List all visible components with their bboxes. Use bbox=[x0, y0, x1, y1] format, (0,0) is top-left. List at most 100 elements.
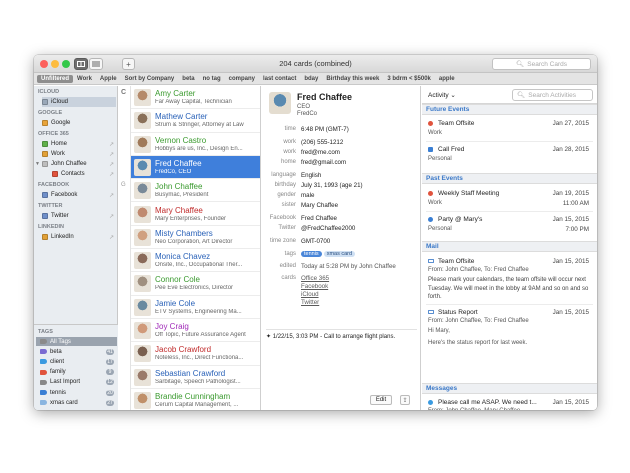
contact-row[interactable]: Monica Chavez Onsite, Inc., Occupational … bbox=[131, 249, 260, 273]
search-cards-field[interactable]: 🔍︎ Search Cards bbox=[492, 58, 591, 70]
tag-filter-item[interactable]: 3 bdrm < $500k bbox=[383, 75, 435, 83]
zoom-window-button[interactable] bbox=[62, 60, 70, 68]
field-value[interactable]: Mary Chaffee bbox=[301, 202, 338, 209]
close-window-button[interactable] bbox=[40, 60, 48, 68]
source-section-title: OFFICE 365 bbox=[38, 131, 69, 137]
contact-row[interactable]: Jamie Cole ETV Systems, Engineering Ma... bbox=[131, 296, 260, 319]
field-value[interactable]: English bbox=[301, 172, 321, 179]
contact-row[interactable]: Sebastian Crawford Sarbitage, Speech Path… bbox=[131, 366, 260, 389]
checkbox[interactable] bbox=[42, 141, 48, 147]
contact-row[interactable]: John Chaffee Busymac, President bbox=[131, 179, 260, 203]
tag-filter-item[interactable]: Unfiltered bbox=[37, 74, 74, 83]
source-section-title: GOOGLE bbox=[38, 110, 63, 116]
source-item[interactable]: Google bbox=[42, 118, 116, 128]
search-activities-field[interactable]: 🔍︎ Search Activities bbox=[512, 89, 593, 101]
contact-row[interactable]: Fred Chaffee FredCo, CEO bbox=[131, 155, 260, 180]
tag-item[interactable]: client 17 bbox=[36, 357, 117, 366]
checkbox[interactable] bbox=[42, 99, 48, 105]
contact-note[interactable]: ✦ 1/22/15, 3:03 PM - Call to arrange fli… bbox=[266, 333, 395, 340]
tag-filter-item[interactable]: Sort by Company bbox=[121, 75, 179, 83]
tag-item[interactable]: tennis 20 bbox=[36, 388, 117, 397]
tag-pill[interactable]: xmas card bbox=[323, 251, 356, 257]
source-section-title: LINKEDIN bbox=[38, 224, 64, 230]
event-item[interactable]: Call Fred Jan 28, 2015 Personal bbox=[422, 145, 597, 169]
event-item[interactable]: Party @ Mary's Jan 15, 2015 Personal 7:00 P… bbox=[422, 215, 597, 239]
minimize-window-button[interactable] bbox=[51, 60, 59, 68]
tag-item[interactable]: Last Import 12 bbox=[36, 378, 117, 387]
add-card-button[interactable]: + bbox=[122, 58, 135, 70]
card-source-link[interactable]: Facebook bbox=[301, 283, 328, 290]
tag-item[interactable]: All Tags bbox=[36, 337, 117, 346]
tag-pill[interactable]: tennis bbox=[301, 251, 322, 257]
tag-filter-item[interactable]: apple bbox=[435, 75, 459, 83]
contact-row[interactable]: Misty Chambers Neo Corporation, Art Direc… bbox=[131, 226, 260, 250]
tag-filter-item[interactable]: last contact bbox=[259, 75, 300, 83]
disclosure-triangle-icon[interactable]: ▼ bbox=[35, 161, 40, 167]
field-value[interactable]: (206) 555-1212 bbox=[301, 139, 343, 146]
card-source-link[interactable]: Office 365 bbox=[301, 275, 329, 282]
contact-row[interactable]: Mathew Carter Strum & Stringer, Attorney … bbox=[131, 109, 260, 133]
checkbox[interactable] bbox=[42, 120, 48, 126]
field-value[interactable]: July 31, 1993 (age 21) bbox=[301, 182, 363, 189]
tag-item[interactable]: xmas card 27 bbox=[36, 398, 117, 407]
letter-index-item[interactable]: C bbox=[121, 89, 126, 96]
mail-preview: Please mark your calendars, the team off… bbox=[428, 277, 589, 300]
contact-row[interactable]: Jacob Crawford Noteless, Inc., Direct Fun… bbox=[131, 342, 260, 366]
checkbox[interactable] bbox=[42, 192, 48, 198]
checkbox[interactable] bbox=[42, 213, 48, 219]
tag-filter-item[interactable]: no tag bbox=[199, 75, 225, 83]
checkbox[interactable] bbox=[42, 161, 48, 167]
tag-filter-item[interactable]: beta bbox=[178, 75, 198, 83]
field-value[interactable]: male bbox=[301, 192, 314, 199]
checkbox[interactable] bbox=[42, 234, 48, 240]
field-value[interactable]: Fred Chaffee bbox=[301, 215, 337, 222]
contact-row[interactable]: Connor Cole Pee Eve Electronics, Director bbox=[131, 272, 260, 296]
tag-item[interactable]: beta 41 bbox=[36, 347, 117, 356]
field-value[interactable]: fred@gmail.com bbox=[301, 159, 346, 166]
source-item[interactable]: Work ↗ bbox=[42, 149, 116, 159]
field-value[interactable]: 6:48 PM (GMT-7) bbox=[301, 126, 349, 133]
source-item[interactable]: iCloud bbox=[42, 97, 116, 107]
source-item[interactable]: Home ↗ bbox=[42, 139, 116, 149]
list-view-toggle[interactable] bbox=[89, 58, 103, 70]
tag-icon bbox=[40, 359, 47, 365]
message-item[interactable]: Please call me ASAP. We need t... Jan 15,… bbox=[422, 398, 597, 410]
sync-icon: ↗ bbox=[108, 171, 114, 178]
field-value[interactable]: GMT-0700 bbox=[301, 238, 330, 245]
share-button[interactable]: ⇪ bbox=[400, 395, 410, 405]
source-item[interactable]: LinkedIn ↗ bbox=[42, 232, 116, 242]
card-view-toggle[interactable] bbox=[74, 58, 88, 70]
card-source-link[interactable]: Twitter bbox=[301, 299, 319, 306]
contact-row[interactable]: Amy Carter Far Away Capital, Technician bbox=[131, 86, 260, 110]
contact-row-name: Amy Carter bbox=[155, 89, 196, 98]
tag-filter-item[interactable]: Birthday this week bbox=[322, 75, 383, 83]
event-item[interactable]: Weekly Staff Meeting Jan 19, 2015 Work 11:0… bbox=[422, 189, 597, 213]
tag-item[interactable]: family 9 bbox=[36, 368, 117, 377]
field-value[interactable]: @FredChaffee2000 bbox=[301, 225, 355, 232]
letter-index-item[interactable]: G bbox=[121, 182, 126, 188]
event-time: 11:00 AM bbox=[562, 200, 589, 207]
contact-row[interactable]: Vernon Castro Hobbys are us, Inc., Design… bbox=[131, 133, 260, 156]
checkbox[interactable] bbox=[52, 171, 58, 177]
mail-item[interactable]: Team Offsite Jan 15, 2015 From: John Chaff… bbox=[422, 257, 597, 305]
contact-row[interactable]: Brandie Cunningham Cerum Capital Manageme… bbox=[131, 389, 260, 410]
source-item[interactable]: Facebook ↗ bbox=[42, 190, 116, 200]
edit-button[interactable]: Edit bbox=[370, 395, 392, 405]
calendar-dot-icon bbox=[428, 217, 433, 222]
tag-filter-item[interactable]: Work bbox=[73, 75, 96, 83]
sync-icon: ↗ bbox=[108, 234, 114, 241]
source-item[interactable]: ▼ John Chaffee ↗ bbox=[35, 159, 116, 169]
activity-dropdown[interactable]: Activity ⌄ bbox=[428, 91, 456, 99]
source-item[interactable]: Contacts ↗ bbox=[52, 169, 116, 179]
source-item[interactable]: Twitter ↗ bbox=[42, 211, 116, 221]
mail-item[interactable]: Status Report Jan 15, 2015 From: John Chaf… bbox=[422, 308, 597, 356]
tag-filter-item[interactable]: bday bbox=[300, 75, 322, 83]
event-item[interactable]: Team Offsite Jan 27, 2015 Work bbox=[422, 119, 597, 143]
card-source-link[interactable]: iCloud bbox=[301, 291, 319, 298]
checkbox[interactable] bbox=[42, 151, 48, 157]
field-value[interactable]: fred@me.com bbox=[301, 149, 340, 156]
tag-filter-item[interactable]: company bbox=[225, 75, 259, 83]
contact-row[interactable]: Joy Craig Off Topic, Future Assurance Age… bbox=[131, 319, 260, 343]
tag-filter-item[interactable]: Apple bbox=[96, 75, 121, 83]
contact-row[interactable]: Mary Chaffee Mary Enterprises, Founder bbox=[131, 203, 260, 226]
